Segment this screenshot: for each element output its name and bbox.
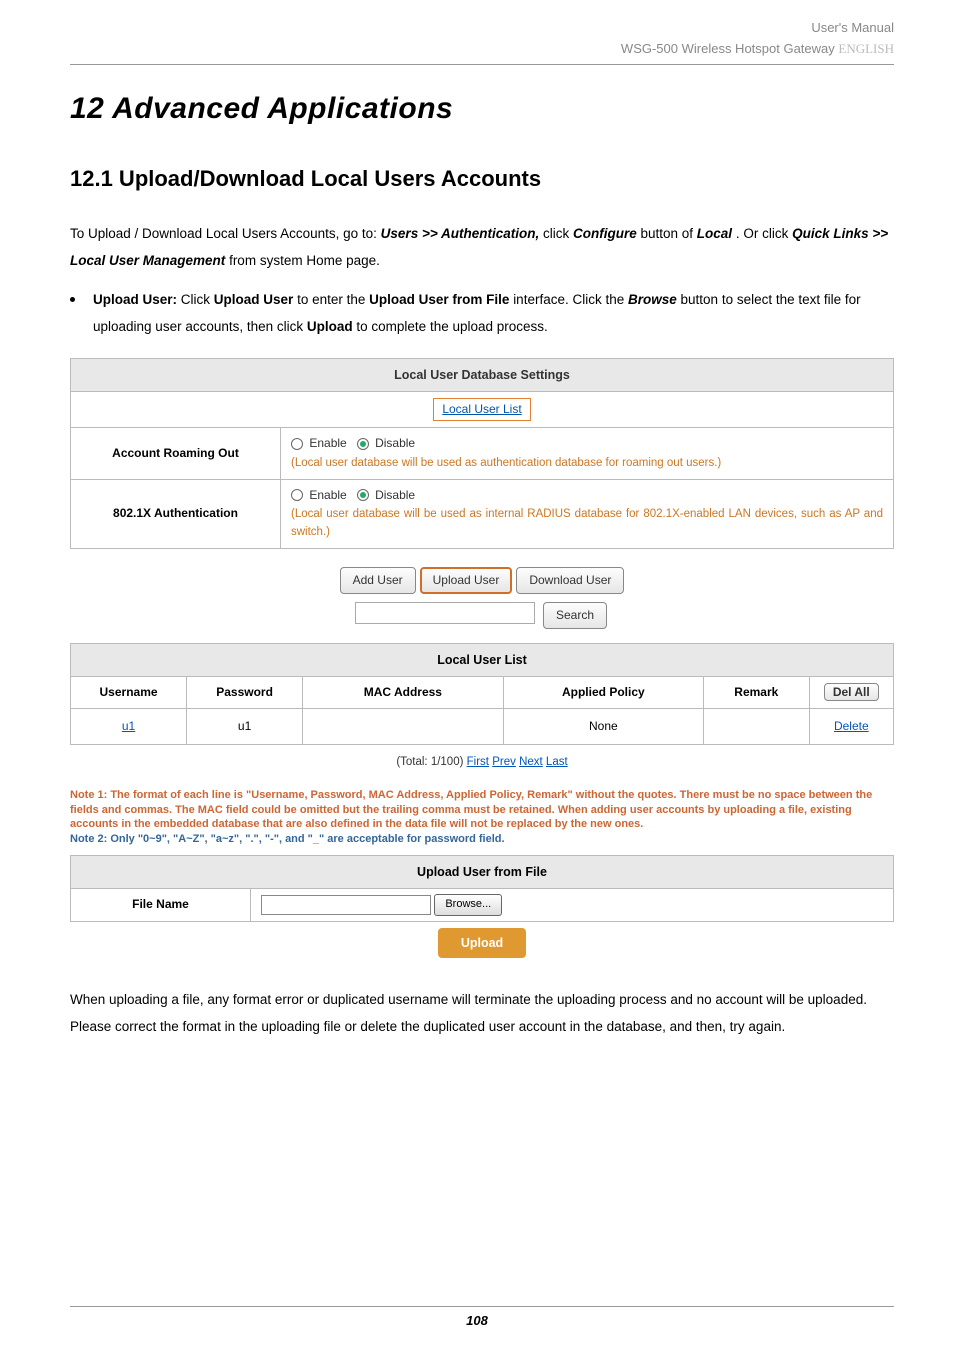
upload-title: Upload User from File [71, 856, 894, 889]
intro-text: click [543, 226, 573, 241]
pager: (Total: 1/100) First Prev Next Last [70, 753, 894, 771]
section-title: 12.1 Upload/Download Local Users Account… [70, 161, 894, 196]
header-product: WSG-500 Wireless Hotspot Gateway [621, 41, 838, 56]
local-user-list-table: Local User List Username Password MAC Ad… [70, 643, 894, 745]
del-all-button[interactable]: Del All [824, 683, 879, 701]
header-lang: ENGLISH [838, 41, 894, 56]
bullet-b: Upload [307, 319, 353, 334]
pager-last[interactable]: Last [546, 756, 568, 768]
bullet-item: Upload User: Click Upload User to enter … [70, 286, 894, 340]
row-label-roaming: Account Roaming Out [71, 427, 281, 479]
radio-enable[interactable] [291, 489, 303, 501]
add-user-button[interactable]: Add User [340, 567, 416, 594]
row-label-8021x: 802.1X Authentication [71, 479, 281, 548]
radio-disable[interactable] [357, 489, 369, 501]
intro-configure: Configure [573, 226, 637, 241]
header-line1: User's Manual [70, 18, 894, 39]
row-mac [303, 709, 503, 745]
page-number: 108 [466, 1313, 488, 1328]
radio-enable-label: Enable [309, 436, 346, 450]
col-username: Username [71, 676, 187, 708]
bullet-t: to complete the upload process. [356, 319, 547, 334]
intro-local: Local [697, 226, 732, 241]
col-mac: MAC Address [303, 676, 503, 708]
intro-paragraph: To Upload / Download Local Users Account… [70, 220, 894, 274]
list-title: Local User List [71, 643, 894, 676]
page-footer: 108 [0, 1306, 954, 1332]
search-bar: Search [70, 602, 894, 629]
intro-text: To Upload / Download Local Users Account… [70, 226, 381, 241]
upload-submit-button[interactable]: Upload [438, 928, 526, 958]
file-name-label: File Name [71, 889, 251, 922]
bullet-t: to enter the [297, 292, 369, 307]
intro-text: button of [641, 226, 697, 241]
browse-button[interactable]: Browse... [434, 894, 502, 916]
row-policy: None [503, 709, 703, 745]
bullet-b: Browse [628, 292, 677, 307]
row-password: u1 [187, 709, 303, 745]
row-delete-link[interactable]: Delete [834, 719, 869, 733]
radio-disable-label: Disable [375, 436, 415, 450]
radio-enable[interactable] [291, 438, 303, 450]
local-user-list-link[interactable]: Local User List [433, 398, 530, 421]
8021x-help: (Local user database will be used as int… [291, 505, 883, 542]
settings-title: Local User Database Settings [71, 358, 894, 391]
roaming-help: (Local user database will be used as aut… [291, 457, 721, 469]
notes: Note 1: The format of each line is "User… [70, 788, 894, 847]
radio-disable[interactable] [357, 438, 369, 450]
table-row: u1 u1 None Delete [71, 709, 894, 745]
settings-table: Local User Database Settings Local User … [70, 358, 894, 549]
row-remark [704, 709, 810, 745]
bullet-t: Click [181, 292, 214, 307]
upload-user-button[interactable]: Upload User [420, 567, 513, 594]
col-policy: Applied Policy [503, 676, 703, 708]
page-header: User's Manual WSG-500 Wireless Hotspot G… [70, 18, 894, 65]
pager-next[interactable]: Next [519, 756, 543, 768]
closing-paragraph: When uploading a file, any format error … [70, 986, 894, 1040]
bullet-b: Upload User from File [369, 292, 509, 307]
note-2: Note 2: Only "0~9", "A~Z", "a~z", ".", "… [70, 832, 894, 847]
pager-first[interactable]: First [467, 756, 489, 768]
search-input[interactable] [355, 602, 535, 624]
intro-text: . Or click [736, 226, 792, 241]
chapter-title: 12 Advanced Applications [70, 85, 894, 133]
bullet-lead: Upload User: [93, 292, 177, 307]
file-input[interactable] [261, 895, 431, 915]
search-button[interactable]: Search [543, 602, 607, 629]
note-1: Note 1: The format of each line is "User… [70, 788, 894, 833]
col-remark: Remark [704, 676, 810, 708]
bullet-t: interface. Click the [513, 292, 628, 307]
radio-disable-label: Disable [375, 488, 415, 502]
header-line2: WSG-500 Wireless Hotspot Gateway ENGLISH [70, 39, 894, 60]
intro-path1: Users >> Authentication, [381, 226, 540, 241]
download-user-button[interactable]: Download User [516, 567, 624, 594]
pager-total: (Total: 1/100) [396, 756, 466, 768]
pager-prev[interactable]: Prev [492, 756, 516, 768]
upload-table: Upload User from File File Name Browse..… [70, 855, 894, 922]
bullet-icon [70, 297, 75, 302]
intro-text: from system Home page. [229, 253, 380, 268]
col-password: Password [187, 676, 303, 708]
button-bar: Add User Upload User Download User [70, 567, 894, 594]
radio-enable-label: Enable [309, 488, 346, 502]
row-username-link[interactable]: u1 [122, 719, 135, 733]
bullet-b: Upload User [214, 292, 294, 307]
bullet-text: Upload User: Click Upload User to enter … [93, 286, 894, 340]
